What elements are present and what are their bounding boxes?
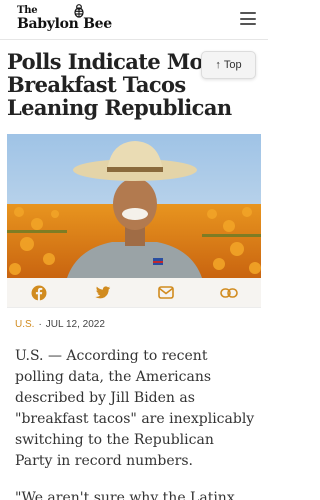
site-header: The Babylon Bee: [0, 0, 268, 40]
menu-icon[interactable]: [240, 12, 256, 26]
twitter-icon[interactable]: [93, 284, 111, 302]
meta-separator: ·: [38, 319, 42, 330]
top-button-label: Top: [223, 59, 242, 71]
category-link[interactable]: U.S.: [15, 319, 34, 330]
share-bar: [7, 278, 261, 308]
facebook-icon[interactable]: [30, 284, 48, 302]
article-body: U.S. — According to recent polling data,…: [15, 346, 255, 500]
logo-line-1: The: [17, 5, 38, 16]
article-paragraph: U.S. — According to recent polling data,…: [15, 348, 255, 469]
site-logo[interactable]: The Babylon Bee: [17, 5, 112, 32]
article-image: [7, 134, 261, 278]
article-paragraph: "We aren't sure why the Latinx,: [15, 490, 240, 500]
link-icon[interactable]: [220, 284, 239, 302]
arrow-up-icon: ↑: [215, 59, 221, 71]
back-to-top-button[interactable]: ↑ Top: [201, 51, 256, 79]
publish-date: JUL 12, 2022: [45, 319, 105, 330]
bee-icon: [74, 4, 84, 18]
email-icon[interactable]: [157, 284, 175, 302]
logo-line-2: Babylon Bee: [17, 16, 112, 32]
article-meta: U.S. · JUL 12, 2022: [15, 319, 105, 330]
